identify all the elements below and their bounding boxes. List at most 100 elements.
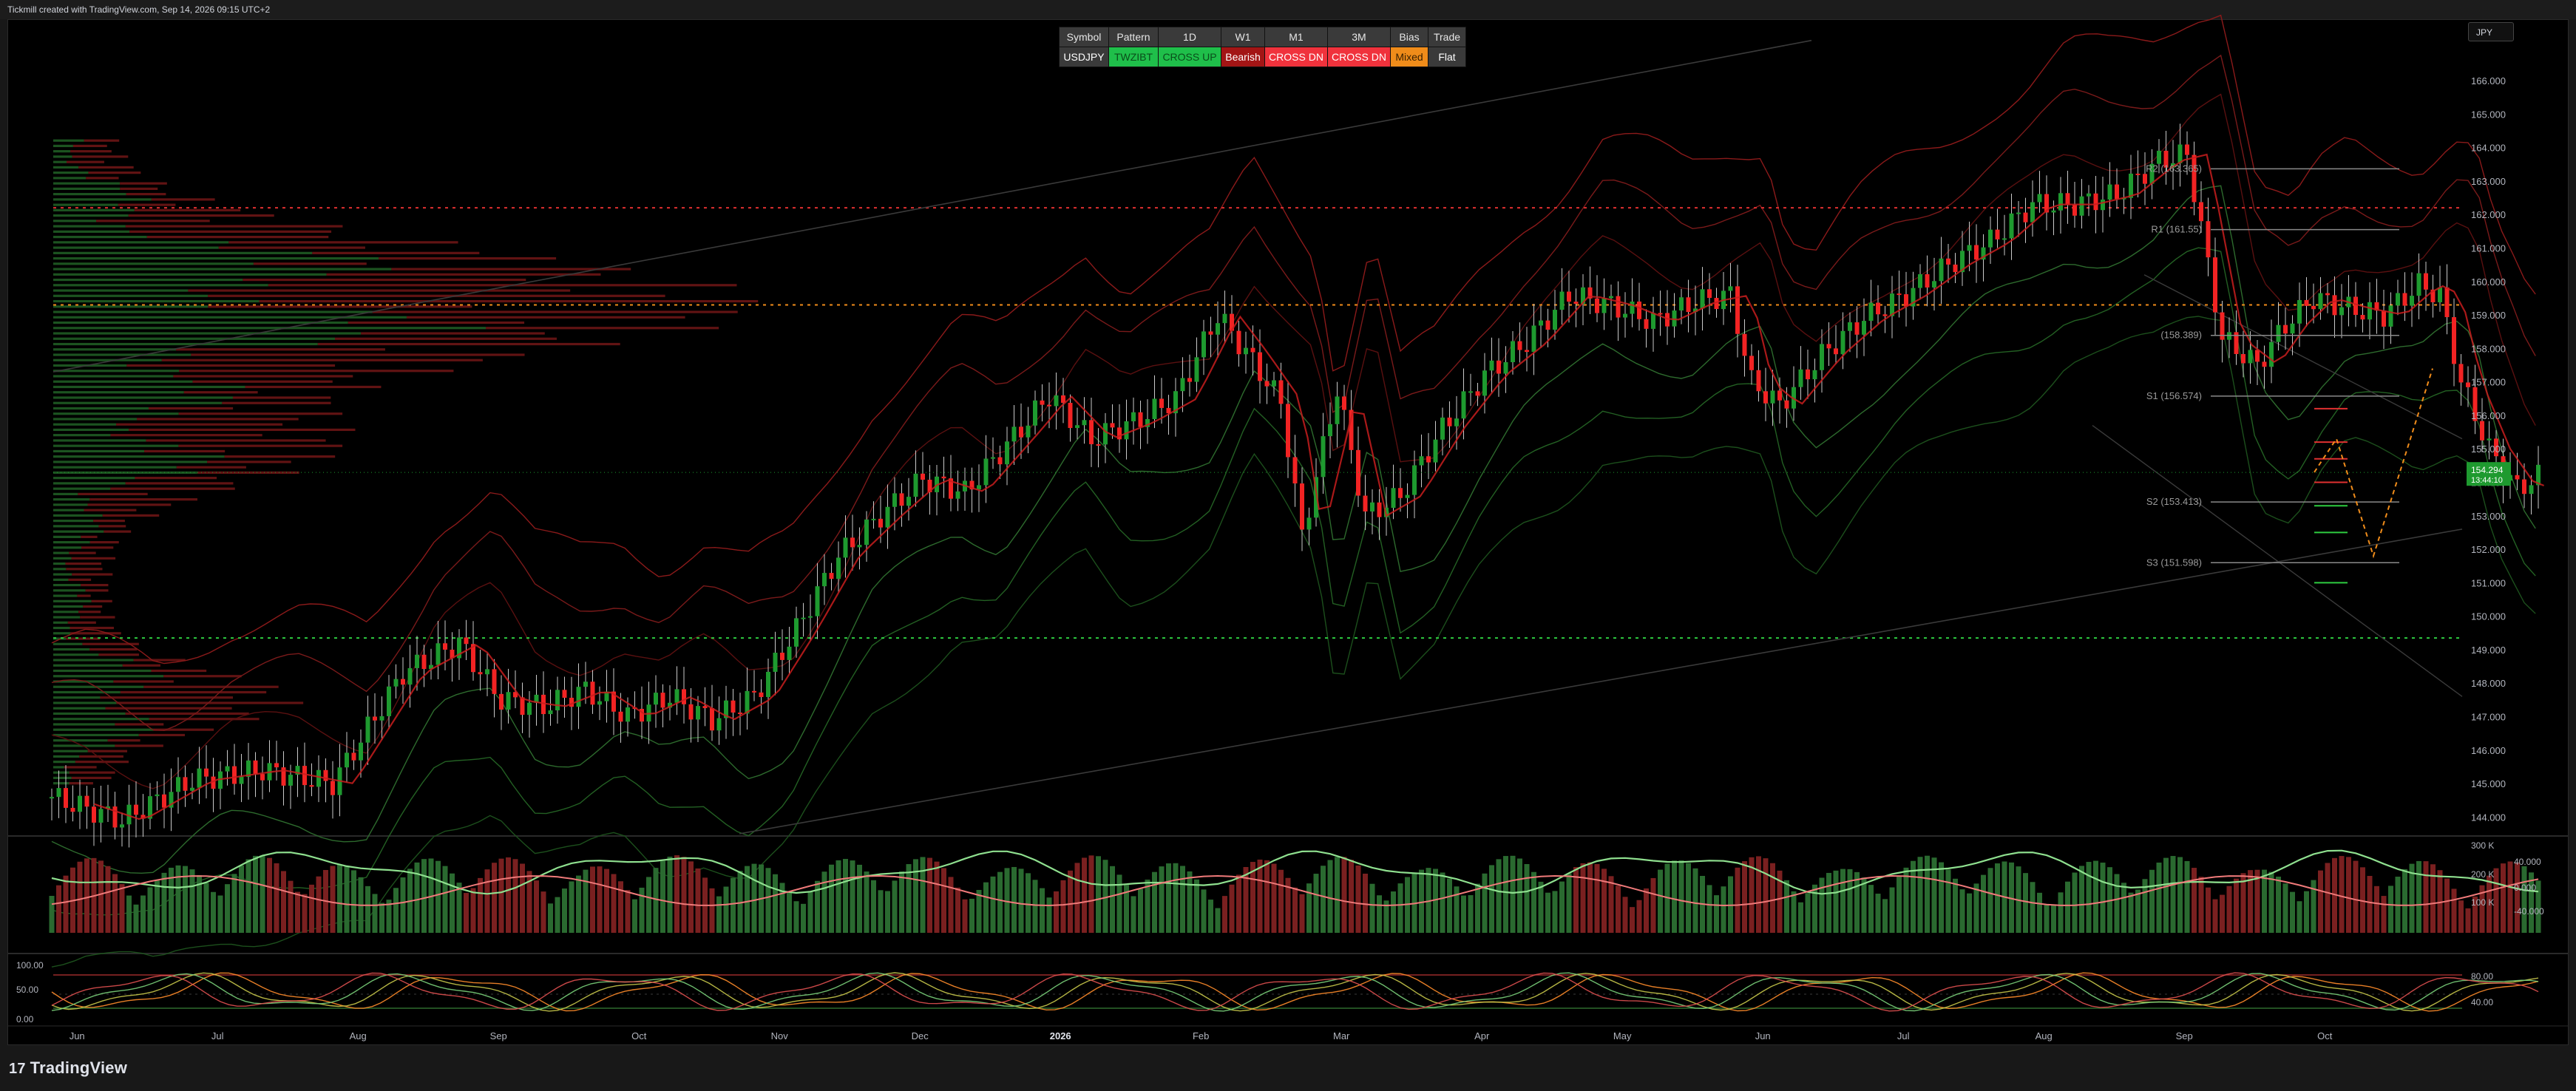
tradingview-logo[interactable]: 17 TradingView: [9, 1058, 127, 1078]
volume-bar: [646, 877, 651, 933]
volume-bar: [864, 871, 870, 933]
candle-body: [822, 573, 827, 587]
volume-bar: [1327, 860, 1333, 933]
volume-profile-bar: [53, 690, 121, 694]
volume-profile-bar: [53, 696, 101, 699]
candle-body: [569, 697, 574, 707]
volume-bar: [1264, 860, 1270, 933]
volume-bar: [1194, 879, 1199, 933]
volume-profile-bar: [53, 353, 191, 356]
candle-body: [1644, 319, 1649, 329]
volume-profile-bar: [53, 262, 254, 265]
volume-bar: [1973, 883, 1979, 933]
chart-window: Tickmill created with TradingView.com, S…: [0, 0, 2576, 1091]
candle-body: [1862, 321, 1866, 335]
volume-bar: [793, 901, 799, 933]
volume-bar: [267, 857, 272, 933]
candle-body: [1777, 390, 1782, 401]
volume-bar: [400, 877, 406, 933]
signal-value-cell: CROSS DN: [1327, 47, 1391, 67]
volume-bar: [84, 858, 89, 933]
candle-body: [2079, 196, 2084, 216]
candle-body: [702, 706, 708, 709]
volume-bar: [2177, 857, 2183, 933]
candle-body: [1728, 286, 1733, 291]
candle-body: [1679, 297, 1684, 311]
volume-profile-bar: [83, 605, 103, 608]
volume-bar: [871, 880, 876, 933]
volume-bar: [1236, 874, 1241, 933]
volume-profile-bar: [161, 358, 483, 361]
candle-body: [1152, 398, 1157, 419]
time-axis-label: Oct: [631, 1030, 647, 1041]
volume-profile-bar: [53, 642, 83, 645]
volume-profile-bar: [178, 412, 343, 415]
volume-bar: [1032, 880, 1038, 933]
volume-profile-bar: [89, 648, 138, 651]
candle-body: [2332, 295, 2337, 316]
volume-bar: [667, 856, 673, 933]
volume-profile-bar: [146, 235, 329, 239]
volume-bar: [1060, 880, 1066, 933]
currency-badge[interactable]: JPY: [2468, 22, 2514, 41]
candle-body: [120, 824, 124, 828]
volume-bar: [2444, 878, 2450, 933]
volume-profile-bar: [53, 305, 209, 308]
candle-body: [274, 763, 279, 768]
last-price-value: 154.294: [2471, 465, 2504, 475]
volume-bar: [1770, 863, 1775, 933]
candle-body: [1005, 441, 1009, 465]
price-axis-label: 148.000: [2471, 678, 2506, 689]
volume-bar: [1833, 870, 1839, 933]
candle-body: [731, 700, 736, 713]
volume-bar: [2353, 860, 2359, 933]
volume-profile-bar: [107, 739, 140, 742]
volume-bar: [98, 860, 104, 933]
candle-body: [654, 693, 658, 705]
price-axis-label: 149.000: [2471, 645, 2506, 656]
time-axis-label: Mar: [1333, 1030, 1350, 1041]
price-chart[interactable]: R2 (163.365) R1 (161.55) (158.389) S1 (156.…: [0, 0, 2576, 1091]
candle-body: [696, 706, 700, 720]
volume-profile-bar: [348, 321, 525, 324]
volume-profile-bar: [115, 744, 163, 747]
signal-header-cell: Pattern: [1108, 27, 1159, 47]
volume-profile-bar: [53, 273, 327, 276]
volume-profile-bar: [53, 632, 70, 635]
volume-bar: [576, 875, 581, 933]
volume-bar: [2226, 886, 2232, 933]
volume-bar: [1447, 878, 1452, 933]
volume-profile-bar: [188, 289, 571, 292]
volume-profile-bar: [53, 299, 260, 303]
candle-body: [1258, 352, 1262, 381]
time-axis-label: May: [1613, 1030, 1632, 1041]
volume-bar: [1882, 899, 1888, 933]
volume-profile-bar: [53, 396, 233, 399]
volume-bar: [1622, 897, 1628, 933]
candle-body: [1770, 390, 1775, 404]
volume-bar: [1159, 866, 1165, 933]
price-axis-label: 161.000: [2471, 242, 2506, 254]
candle-body: [2416, 273, 2421, 296]
candle-body: [2248, 350, 2253, 364]
volume-profile-bar: [53, 171, 89, 174]
volume-profile-bar: [53, 621, 68, 624]
candle-body: [134, 804, 138, 815]
candle-body: [239, 776, 244, 784]
footer-bar: [0, 1045, 2576, 1091]
volume-profile-bar: [65, 562, 102, 565]
volume-bar: [520, 863, 525, 933]
time-axis-label: Feb: [1193, 1030, 1209, 1041]
candle-body: [1742, 333, 1747, 356]
candle-body: [1995, 229, 2000, 239]
volume-profile-bar: [183, 391, 258, 394]
time-axis-label: Aug: [350, 1030, 367, 1041]
candle-body: [555, 690, 560, 711]
volume-profile-bar: [128, 214, 274, 217]
volume-bar: [421, 859, 427, 933]
candle-body: [1475, 391, 1480, 396]
candle-body: [1525, 350, 1529, 353]
volume-profile-bar: [66, 160, 104, 163]
volume-profile-bar: [96, 220, 210, 222]
volume-bar: [211, 891, 216, 933]
